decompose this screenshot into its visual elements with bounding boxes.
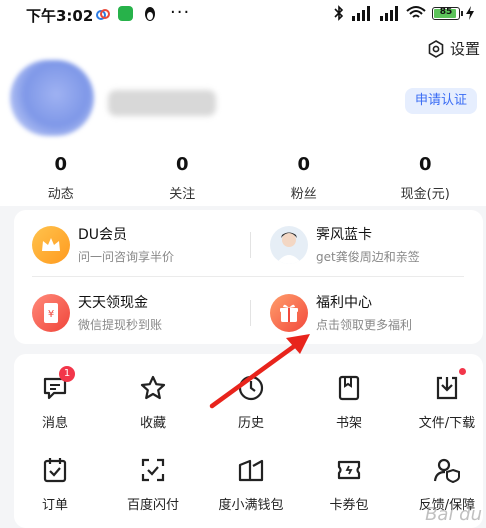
grid-item-downloads[interactable]: 文件/下载 [402, 374, 486, 431]
benefit-subtitle: 问一问咨询享半价 [78, 248, 174, 265]
wallet-icon [237, 456, 265, 484]
benefit-subtitle: 微信提现秒到账 [78, 316, 162, 333]
benefit-title: 天天领现金 [78, 292, 162, 312]
status-time: 下午3:02 [26, 5, 93, 26]
message-icon: 1 [41, 374, 69, 402]
watermark: Bai du [425, 504, 482, 525]
grid-item-messages[interactable]: 1 消息 [10, 374, 100, 431]
benefit-welfare-center[interactable]: 福利中心点击领取更多福利 [270, 292, 412, 333]
verify-button[interactable]: 申请认证 [405, 88, 477, 114]
download-icon [433, 374, 461, 402]
grid-item-orders[interactable]: 订单 [10, 456, 100, 513]
stat-cash[interactable]: 0 现金(元) [365, 154, 486, 202]
battery-level: 85 [433, 7, 459, 17]
crown-icon [32, 226, 70, 264]
coupon-icon [335, 456, 363, 484]
settings-button[interactable]: 设置 [427, 38, 480, 59]
scan-pay-icon [139, 456, 167, 484]
stat-following[interactable]: 0 关注 [122, 154, 244, 202]
grid-label: 卡券包 [304, 494, 394, 513]
status-bar: 下午3:02 ··· 85 [0, 0, 486, 30]
grid-item-bookshelf[interactable]: 书架 [304, 374, 394, 431]
stat-value: 0 [365, 154, 486, 175]
cloud-app-icon [96, 7, 110, 21]
stat-label: 动态 [0, 183, 122, 202]
benefit-title: 霁风蓝卡 [316, 224, 420, 244]
benefits-card: DU会员问一问咨询享半价 霁风蓝卡 get龚俊周边和亲签 ¥ 天天领现金微信提现秒… [14, 210, 483, 344]
gear-icon [427, 40, 445, 58]
grid-label: 收藏 [108, 412, 198, 431]
grid-label: 书架 [304, 412, 394, 431]
signal-1-icon [350, 5, 372, 21]
stats-row: 0动态 0关注 0粉丝 0现金(元) [0, 154, 486, 202]
gift-icon [270, 294, 308, 332]
star-icon [139, 374, 167, 402]
benefit-blue-card[interactable]: 霁风蓝卡 get龚俊周边和亲签 [270, 224, 420, 265]
divider [250, 232, 251, 258]
benefit-subtitle: 点击领取更多福利 [316, 316, 412, 333]
grid-label: 消息 [10, 412, 100, 431]
status-indicators: 85 [334, 5, 474, 21]
stat-label: 现金(元) [365, 183, 486, 202]
settings-label: 设置 [450, 38, 480, 59]
portrait-icon [270, 226, 308, 264]
more-dots-icon: ··· [170, 2, 190, 23]
charging-icon [466, 6, 474, 20]
username-blurred [108, 90, 216, 116]
clock-icon [237, 374, 265, 402]
grid-label: 度小满钱包 [206, 494, 296, 513]
benefit-du-vip[interactable]: DU会员问一问咨询享半价 [32, 224, 174, 265]
grid-label: 百度闪付 [108, 494, 198, 513]
penguin-app-icon [143, 6, 157, 22]
bookshelf-icon [335, 374, 363, 402]
benefit-daily-cash[interactable]: ¥ 天天领现金微信提现秒到账 [32, 292, 162, 333]
benefit-title: 福利中心 [316, 292, 412, 312]
stat-value: 0 [243, 154, 365, 175]
unread-badge: 1 [59, 366, 75, 382]
bluetooth-icon [334, 5, 344, 21]
stat-value: 0 [0, 154, 122, 175]
stat-posts[interactable]: 0 动态 [0, 154, 122, 202]
cash-icon: ¥ [32, 294, 70, 332]
svg-text:¥: ¥ [48, 309, 54, 320]
grid-item-history[interactable]: 历史 [206, 374, 296, 431]
grid-item-quickpay[interactable]: 百度闪付 [108, 456, 198, 513]
avatar[interactable] [10, 60, 94, 136]
stat-followers[interactable]: 0 粉丝 [243, 154, 365, 202]
wifi-icon [406, 5, 426, 21]
signal-2-icon [378, 5, 400, 21]
divider [32, 276, 464, 277]
battery-icon: 85 [432, 7, 460, 20]
stat-label: 关注 [122, 183, 244, 202]
feedback-icon [433, 456, 461, 484]
grid-label: 历史 [206, 412, 296, 431]
benefit-title: DU会员 [78, 224, 174, 244]
stat-label: 粉丝 [243, 183, 365, 202]
tools-grid: 1 消息 收藏 历史 书架 文件/下载 订单 百度闪付 度小满钱包 卡券包 [14, 354, 483, 528]
grid-label: 订单 [10, 494, 100, 513]
grid-label: 文件/下载 [402, 412, 486, 431]
grid-item-wallet[interactable]: 度小满钱包 [206, 456, 296, 513]
divider [250, 300, 251, 326]
new-dot [459, 368, 466, 375]
chat-app-icon [118, 6, 133, 21]
benefit-subtitle: get龚俊周边和亲签 [316, 248, 420, 265]
stat-value: 0 [122, 154, 244, 175]
profile-header: 设置 申请认证 0动态 0关注 0粉丝 0现金(元) [0, 30, 486, 206]
grid-item-favorites[interactable]: 收藏 [108, 374, 198, 431]
order-icon [41, 456, 69, 484]
grid-item-coupons[interactable]: 卡券包 [304, 456, 394, 513]
